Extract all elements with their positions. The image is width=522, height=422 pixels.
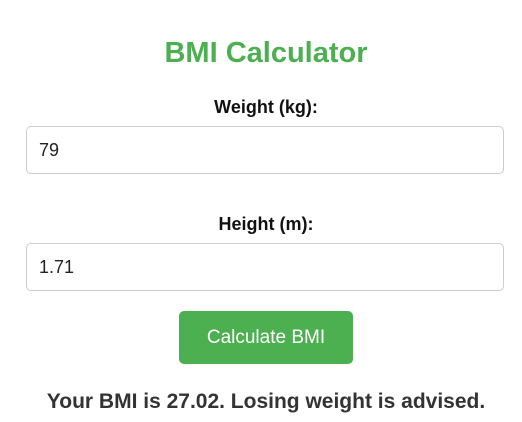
- height-input[interactable]: [26, 243, 504, 291]
- height-label: Height (m):: [218, 214, 314, 234]
- page-title: BMI Calculator: [164, 37, 368, 69]
- calculate-bmi-button[interactable]: Calculate BMI: [179, 311, 353, 364]
- weight-input[interactable]: [26, 126, 504, 174]
- bmi-calculator-app: BMI Calculator Weight (kg): Height (m): …: [0, 0, 522, 422]
- bmi-result-text: Your BMI is 27.02. Losing weight is advi…: [46, 390, 486, 413]
- weight-label: Weight (kg):: [214, 97, 318, 117]
